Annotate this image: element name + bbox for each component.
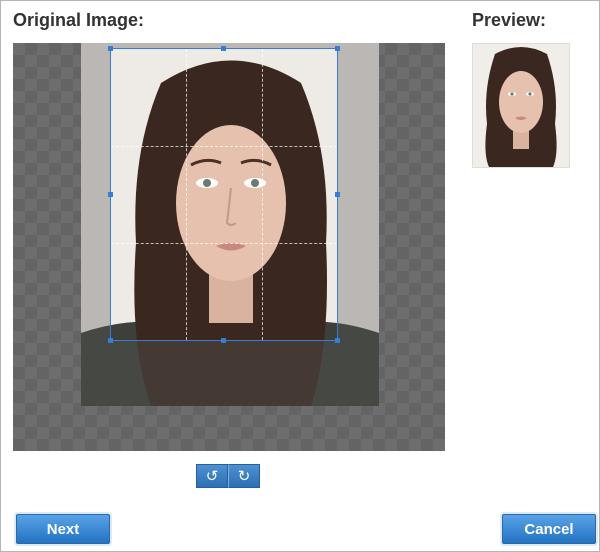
crop-handle-sw[interactable] [108, 338, 113, 343]
crop-handle-w[interactable] [108, 191, 113, 197]
rotate-left-icon: ↺ [205, 468, 219, 485]
crop-handle-se[interactable] [335, 338, 340, 343]
crop-grid-line [186, 49, 188, 340]
rotate-right-button[interactable]: ↻ [228, 464, 260, 488]
original-image-heading: Original Image: [13, 10, 145, 30]
crop-grid-line [111, 145, 337, 147]
crop-grid-line [111, 242, 337, 244]
preview-image [472, 43, 570, 168]
crop-box[interactable] [108, 46, 340, 343]
crop-handle-e[interactable] [335, 191, 340, 197]
cancel-button[interactable]: Cancel [502, 514, 596, 544]
crop-grid-line [261, 49, 263, 340]
crop-handle-ne[interactable] [335, 46, 340, 51]
crop-handle-n[interactable] [221, 46, 226, 51]
rotate-left-button[interactable]: ↺ [196, 464, 228, 488]
crop-handle-nw[interactable] [108, 46, 113, 51]
rotate-controls: ↺ ↻ [196, 464, 260, 488]
image-canvas[interactable] [13, 43, 445, 451]
rotate-right-icon: ↻ [237, 468, 251, 485]
crop-handle-s[interactable] [221, 338, 226, 343]
preview-heading: Preview: [472, 10, 547, 30]
next-button[interactable]: Next [16, 514, 110, 544]
crop-dialog: Original Image: Preview: ↺ ↻ Next Cancel [0, 0, 600, 552]
